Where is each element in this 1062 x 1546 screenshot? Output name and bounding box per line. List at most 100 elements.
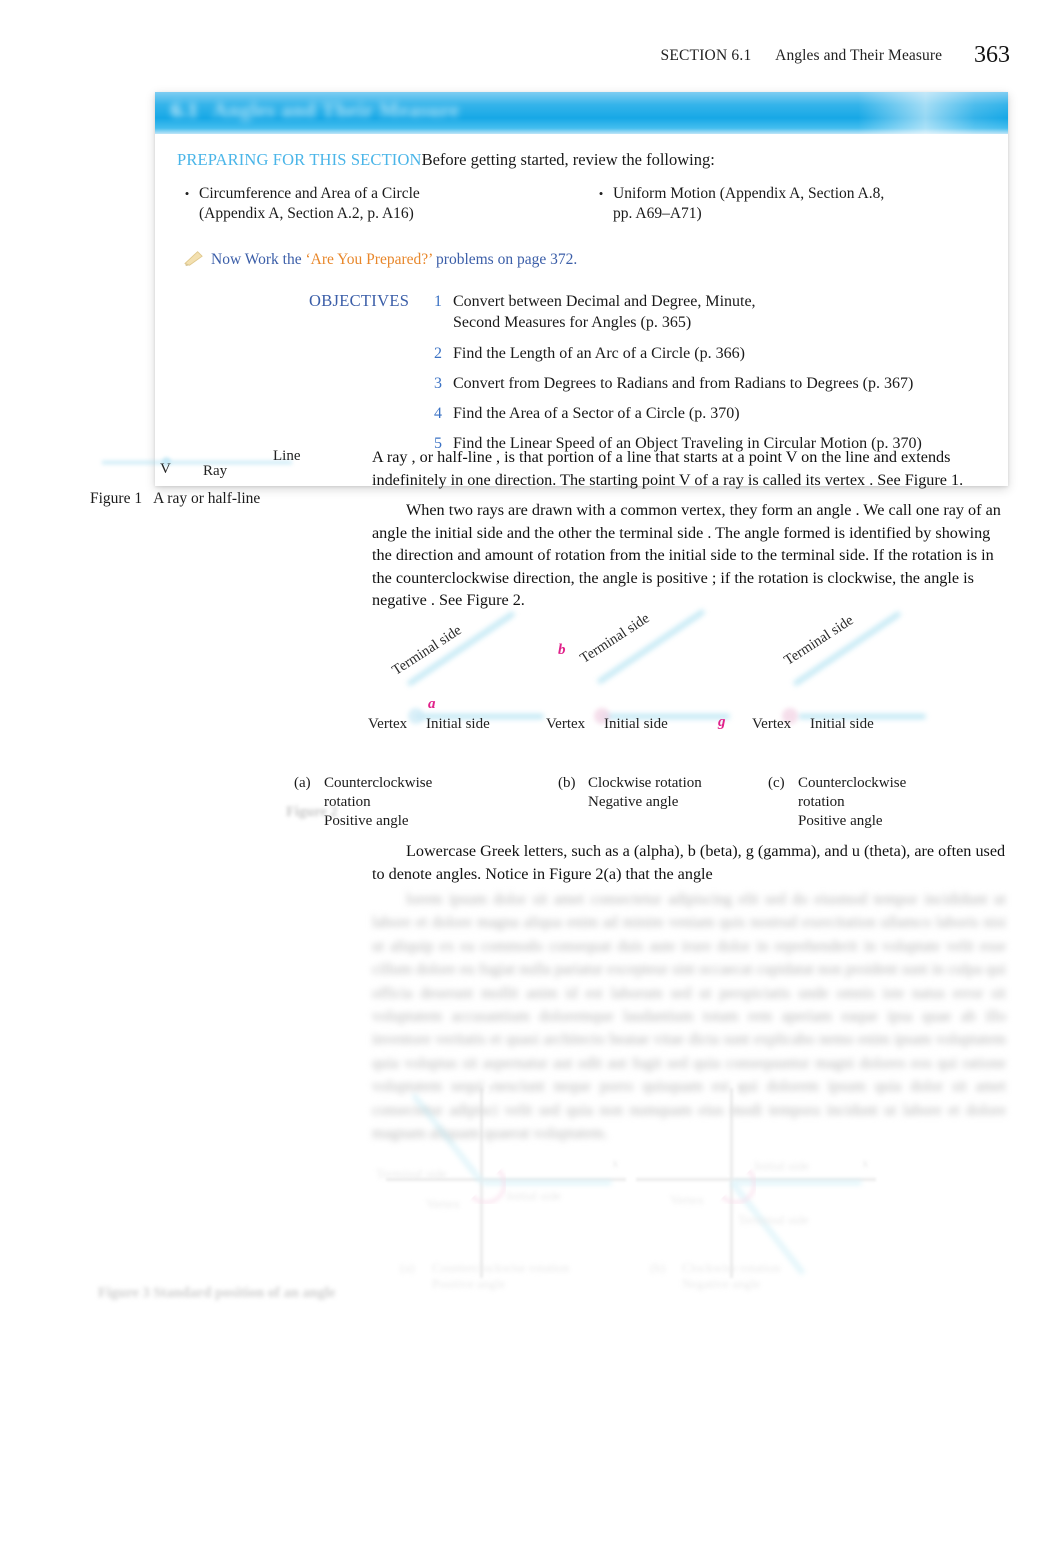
- initial-side-label: Initial side: [810, 716, 874, 732]
- figure-2-caption-body: Clockwise rotation Negative angle: [588, 774, 702, 812]
- caption-line-1: Counterclockwise: [798, 775, 907, 791]
- preparing-item-line2: pp. A69–A71): [613, 205, 702, 223]
- figure-1-caption: Figure 1 A ray or half-line: [90, 490, 365, 508]
- greek-letter-gamma: g: [718, 714, 726, 730]
- vertex-label: Vertex: [368, 716, 408, 732]
- objective-text-line2: Second Measures for Angles (p. 365): [453, 314, 692, 332]
- figure-2-caption-letter: (b): [558, 775, 576, 791]
- y-axis-label: y: [488, 1080, 495, 1094]
- preparing-heading: PREPARING FOR THIS SECTIONBefore getting…: [177, 150, 988, 171]
- running-head: SECTION 6.1 Angles and Their Measure 363: [0, 42, 1011, 69]
- figure-1-vertex-label: V: [160, 461, 171, 477]
- figure-2-captions: (a) Counterclockwise rotation Positive a…: [268, 774, 1008, 830]
- objective-number: 4: [434, 405, 442, 423]
- section-bar-number: 6.1: [171, 98, 199, 122]
- figure-1: V Ray Line Figure 1 A ray or half-line: [90, 446, 365, 508]
- figure-1-artwork: V Ray Line: [90, 446, 365, 488]
- objective-number: 2: [434, 344, 442, 362]
- figure-3-caption-b-line2: Negative angle: [682, 1276, 761, 1291]
- objective-text: Convert from Degrees to Radians and from…: [453, 374, 914, 392]
- objective-item: 3 Convert from Degrees to Radians and fr…: [434, 373, 988, 394]
- figure-3-caption-b-line1: Clockwise rotation: [682, 1260, 781, 1275]
- objective-text: Find the Area of a Sector of a Circle (p…: [453, 405, 740, 423]
- preparing-item-line1: Circumference and Area of a Circle: [199, 184, 420, 202]
- terminal-side-label: Terminal side: [577, 610, 653, 667]
- figure-2-panel-a: Terminal side a Vertex Initial side: [368, 610, 587, 768]
- initial-side-label: Initial side: [426, 716, 490, 732]
- caption-line-2: rotation: [324, 793, 371, 810]
- body-paragraph-3: Lowercase Greek letters, such as a (alph…: [372, 842, 1006, 883]
- figure-2-caption-c: (c) Counterclockwise rotation Positive a…: [768, 774, 906, 830]
- body-text-column: A ray , or half-line , is that portion o…: [372, 446, 1006, 612]
- body-paragraph-1: A ray , or half-line , is that portion o…: [372, 448, 964, 489]
- objectives-label: OBJECTIVES: [309, 291, 410, 311]
- section-card-body: PREPARING FOR THIS SECTIONBefore getting…: [155, 134, 1008, 486]
- figure-3-label-number: Figure 3: [98, 1285, 150, 1301]
- figure-3-caption-a-line2: Positive angle: [432, 1276, 506, 1291]
- preparing-column-right: • Uniform Motion (Appendix A, Section A.…: [574, 184, 988, 226]
- vertex-label: Vertex: [546, 716, 586, 732]
- figure-3-panel-b: y x Initial side Terminal side Vertex (b…: [630, 1080, 930, 1295]
- caption-line-3: Positive angle: [798, 812, 883, 829]
- page-number: 363: [974, 42, 1010, 68]
- bullet-icon: •: [184, 185, 190, 201]
- objective-item: 2 Find the Length of an Arc of a Circle …: [434, 343, 988, 364]
- figure-2-caption-letter: (c): [768, 775, 785, 791]
- terminal-side-label: Terminal side: [781, 612, 857, 669]
- figure-2-label: Figure 2: [286, 804, 338, 820]
- now-work-suffix: problems on page 372.: [436, 251, 578, 269]
- objective-number: 1: [434, 293, 442, 311]
- preparing-item: • Circumference and Area of a Circle (Ap…: [175, 184, 574, 226]
- preparing-label: PREPARING FOR THIS SECTION: [177, 150, 422, 169]
- bullet-icon: •: [598, 185, 604, 201]
- preparing-columns: • Circumference and Area of a Circle (Ap…: [175, 184, 988, 226]
- preparing-column-left: • Circumference and Area of a Circle (Ap…: [175, 184, 574, 226]
- initial-side-label: Initial side: [604, 716, 668, 732]
- objectives-list: 1 Convert between Decimal and Degree, Mi…: [434, 291, 988, 455]
- figure-2-caption-letter: (a): [294, 775, 311, 791]
- objectives-block: OBJECTIVES 1 Convert between Decimal and…: [175, 291, 988, 455]
- figure-2: Terminal side a Vertex Initial side Term…: [268, 608, 1008, 830]
- initial-side-label: Initial side: [754, 1158, 810, 1173]
- figure-3-caption-a-line1: Counterclockwise rotation: [432, 1260, 570, 1275]
- objective-text: Convert between Decimal and Degree, Minu…: [453, 291, 988, 334]
- section-title-bar: 6.1 Angles and Their Measure: [155, 92, 1008, 134]
- figure-2-panel-b: Terminal side b Vertex Initial side: [546, 608, 773, 768]
- ray-line-shape: [102, 461, 292, 464]
- now-work-highlight[interactable]: ‘Are You Prepared?’: [305, 251, 432, 268]
- figure-2-caption-b: (b) Clockwise rotation Negative angle: [558, 774, 702, 812]
- figure-2-caption-a: (a) Counterclockwise rotation Positive a…: [294, 774, 432, 830]
- now-work-line: Now Work the ‘Are You Prepared?’ problem…: [184, 251, 988, 269]
- angle-arc-shape: [716, 1164, 756, 1204]
- objective-number: 3: [434, 374, 442, 392]
- figure-3-label: Figure 3 Standard position of an angle: [98, 1285, 335, 1302]
- figure-2-panel-c: Terminal side g Vertex Initial side: [718, 610, 961, 768]
- figure-1-caption-number: Figure 1: [90, 490, 143, 507]
- figure-3-label-title: Standard position of an angle: [153, 1285, 336, 1301]
- caption-line-1: Clockwise rotation: [588, 775, 702, 791]
- caption-line-2: rotation: [798, 793, 845, 810]
- figure-1-ray-label: Ray: [203, 463, 228, 479]
- preparing-item-text: Circumference and Area of a Circle (Appe…: [199, 184, 574, 226]
- x-axis-label: x: [862, 1156, 869, 1170]
- y-axis-label: y: [738, 1080, 745, 1094]
- figure-2-caption-body: Counterclockwise rotation Positive angle: [798, 774, 906, 830]
- caption-line-2: Negative angle: [588, 793, 679, 810]
- figure-1-line-label: Line: [273, 448, 301, 464]
- vertex-label: Vertex: [426, 1196, 460, 1211]
- section-bar-title-blurred: 6.1 Angles and Their Measure: [171, 98, 460, 123]
- section-bar-title-text: Angles and Their Measure: [212, 98, 460, 122]
- preparing-item-line2: (Appendix A, Section A.2, p. A16): [199, 205, 414, 223]
- initial-side-label: Initial side: [506, 1188, 562, 1203]
- greek-letter-alpha: a: [428, 696, 436, 712]
- preparing-lead: Before getting started, review the follo…: [421, 150, 715, 169]
- caption-line-1: Counterclockwise: [324, 775, 433, 791]
- body-paragraph-2: When two rays are drawn with a common ve…: [372, 501, 1001, 610]
- preparing-item: • Uniform Motion (Appendix A, Section A.…: [589, 184, 988, 226]
- figure-2-artwork-row: Terminal side a Vertex Initial side Term…: [268, 608, 1008, 768]
- running-head-title: Angles and Their Measure: [775, 47, 943, 64]
- section-card: 6.1 Angles and Their Measure PREPARING FO…: [155, 92, 1008, 486]
- running-head-section: SECTION 6.1: [660, 47, 752, 64]
- figure-3-caption-letter-a: (a): [400, 1260, 415, 1275]
- objective-item: 1 Convert between Decimal and Degree, Mi…: [434, 291, 988, 334]
